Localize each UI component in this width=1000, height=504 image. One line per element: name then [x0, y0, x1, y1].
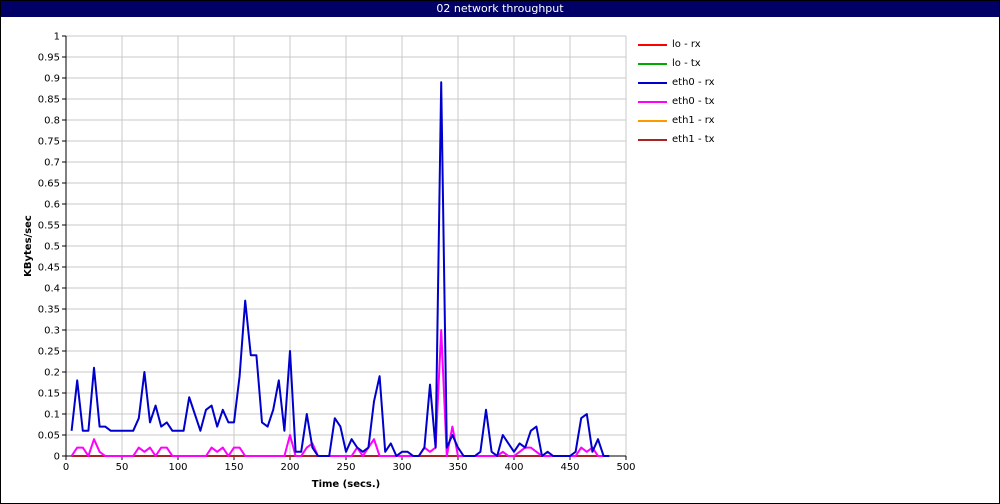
y-axis-label: KBytes/sec — [23, 215, 34, 277]
y-tick-label: 0.4 — [44, 284, 60, 295]
y-tick-label: 0.3 — [44, 326, 60, 337]
legend-swatch — [638, 139, 667, 141]
y-tick-label: 0.95 — [38, 53, 60, 64]
x-tick-label: 400 — [504, 462, 523, 473]
y-tick-label: 0.55 — [38, 221, 60, 232]
y-tick-label: 0.35 — [38, 305, 60, 316]
legend-swatch — [638, 101, 667, 103]
y-tick-label: 0.7 — [44, 158, 60, 169]
y-tick-label: 0.8 — [44, 116, 60, 127]
x-tick-label: 250 — [336, 462, 355, 473]
y-tick-label: 0.75 — [38, 137, 60, 148]
y-tick-label: 0.85 — [38, 95, 60, 106]
y-tick-label: 0.45 — [38, 263, 60, 274]
x-tick-label: 450 — [560, 462, 579, 473]
y-tick-label: 0.05 — [38, 431, 60, 442]
y-tick-label: 0.2 — [44, 368, 60, 379]
legend-swatch — [638, 82, 667, 84]
x-tick-label: 350 — [448, 462, 467, 473]
legend-label: lo - tx — [672, 58, 701, 69]
x-tick-label: 300 — [392, 462, 411, 473]
legend-label: eth0 - rx — [672, 77, 715, 88]
legend-label: lo - rx — [672, 39, 701, 50]
x-tick-label: 500 — [616, 462, 635, 473]
x-tick-label: 150 — [224, 462, 243, 473]
legend-swatch — [638, 120, 667, 122]
x-axis-label: Time (secs.) — [312, 479, 381, 490]
y-tick-label: 1 — [54, 32, 60, 43]
y-tick-label: 0.1 — [44, 410, 60, 421]
y-tick-label: 0 — [54, 452, 60, 463]
legend-label: eth1 - tx — [672, 134, 715, 145]
legend-label: eth1 - rx — [672, 115, 715, 126]
y-tick-label: 0.5 — [44, 242, 60, 253]
series-line-eth0-rx — [70, 81, 610, 457]
legend-label: eth0 - tx — [672, 96, 715, 107]
legend-swatch — [638, 44, 667, 46]
x-tick-label: 100 — [168, 462, 187, 473]
x-tick-label: 0 — [63, 462, 69, 473]
y-tick-label: 0.6 — [44, 200, 60, 211]
y-tick-label: 0.15 — [38, 389, 60, 400]
legend-swatch — [638, 63, 667, 65]
chart-canvas: 0 50 100 150 200 250 300 350 400 450 500 0 0.05 0.1 0.… — [23, 32, 636, 491]
x-tick-label: 50 — [116, 462, 129, 473]
y-tick-label: 0.9 — [44, 74, 60, 85]
x-tick-label: 200 — [280, 462, 299, 473]
y-tick-label: 0.25 — [38, 347, 60, 358]
chart-window: 02 network throughput 0 50 100 150 200 250 300… — [0, 0, 1000, 504]
y-tick-label: 0.65 — [38, 179, 60, 190]
